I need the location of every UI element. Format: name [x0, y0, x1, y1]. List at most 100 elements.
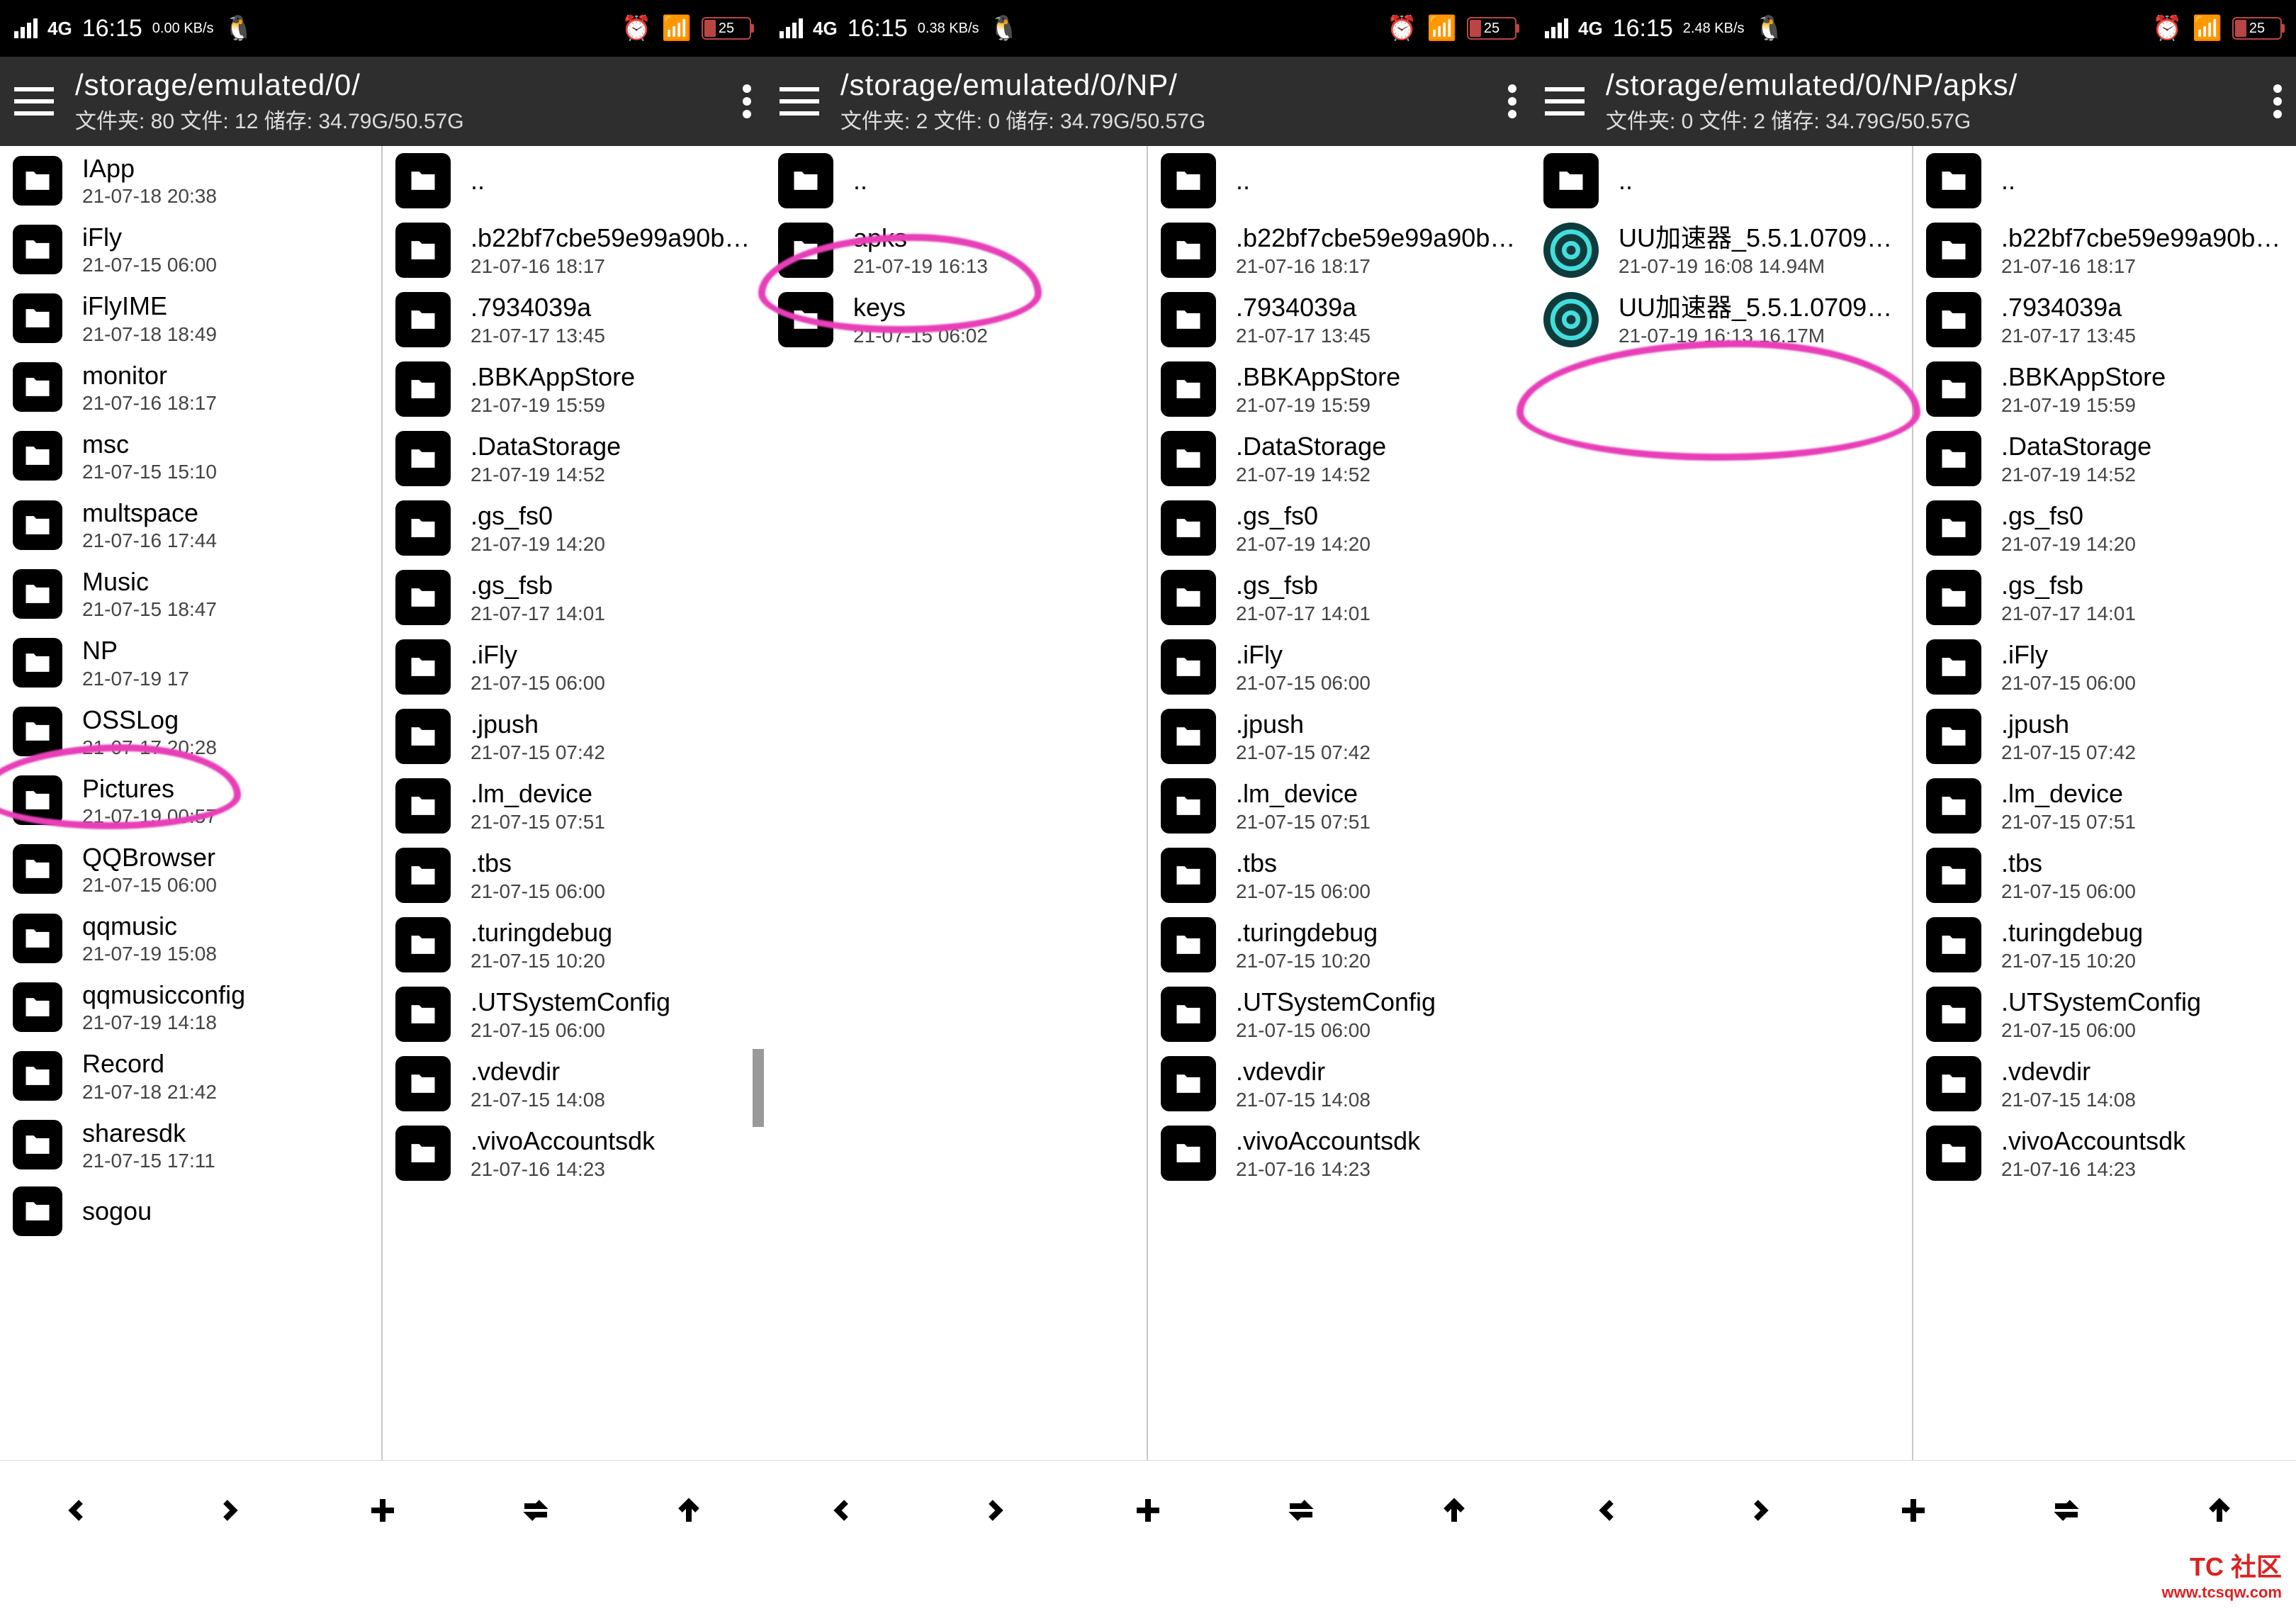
swap-button[interactable] — [514, 1489, 557, 1532]
right-pane[interactable]: ...b22bf7cbe59e99a90b5cefbf94f9bbfd21-07… — [383, 146, 765, 1460]
list-item[interactable]: monitor21-07-16 18:17 — [0, 353, 381, 422]
add-button[interactable] — [361, 1489, 404, 1532]
list-item[interactable]: .UTSystemConfig21-07-15 06:00 — [383, 980, 765, 1049]
back-button[interactable] — [1586, 1489, 1628, 1532]
list-item[interactable]: .turingdebug21-07-15 10:20 — [1148, 910, 1531, 980]
overflow-button[interactable] — [743, 84, 751, 118]
list-item[interactable]: .UTSystemConfig21-07-15 06:00 — [1148, 980, 1531, 1049]
list-item[interactable]: .gs_fsb21-07-17 14:01 — [383, 563, 765, 632]
list-item[interactable]: Music21-07-15 18:47 — [0, 559, 381, 628]
list-item[interactable]: .iFly21-07-15 06:00 — [1148, 632, 1531, 702]
add-button[interactable] — [1892, 1489, 1935, 1532]
list-item[interactable]: multspace21-07-16 17:44 — [0, 490, 381, 559]
list-item[interactable]: .jpush21-07-15 07:42 — [383, 702, 765, 771]
list-item[interactable]: OSSLog21-07-17 20:28 — [0, 697, 381, 766]
list-item[interactable]: Pictures21-07-19 00:57 — [0, 766, 381, 835]
list-item[interactable]: .7934039a21-07-17 13:45 — [1913, 285, 2296, 354]
left-pane[interactable]: ..apks21-07-19 16:13keys21-07-15 06:02 — [765, 146, 1148, 1460]
list-item[interactable]: .DataStorage21-07-19 14:52 — [383, 424, 765, 493]
list-item[interactable]: .b22bf7cbe59e99a90b5cefbf94f9bbfd21-07-1… — [1148, 215, 1531, 285]
list-item[interactable]: .b22bf7cbe59e99a90b5cefbf94f9bbfd21-07-1… — [1913, 215, 2296, 285]
list-item[interactable]: .tbs21-07-15 06:00 — [1913, 841, 2296, 910]
list-item[interactable]: .turingdebug21-07-15 10:20 — [1913, 910, 2296, 980]
list-item[interactable]: .gs_fsb21-07-17 14:01 — [1148, 563, 1531, 632]
list-item[interactable]: sharesdk21-07-15 17:11 — [0, 1111, 381, 1179]
list-item[interactable]: qqmusic21-07-19 15:08 — [0, 904, 381, 972]
list-item[interactable]: .. — [1148, 146, 1531, 215]
swap-button[interactable] — [2045, 1489, 2088, 1532]
add-button[interactable] — [1127, 1489, 1169, 1532]
list-item[interactable]: .gs_fsb21-07-17 14:01 — [1913, 563, 2296, 632]
path-text[interactable]: /storage/emulated/0/NP/ — [840, 68, 1487, 102]
back-button[interactable] — [821, 1489, 863, 1532]
list-item[interactable]: .jpush21-07-15 07:42 — [1148, 702, 1531, 771]
list-item[interactable]: .7934039a21-07-17 13:45 — [383, 285, 765, 354]
list-item[interactable]: .gs_fs021-07-19 14:20 — [1148, 493, 1531, 563]
left-pane[interactable]: IApp21-07-18 20:38iFly21-07-15 06:00iFly… — [0, 146, 383, 1460]
menu-button[interactable] — [780, 87, 819, 116]
list-item[interactable]: .. — [383, 146, 765, 215]
list-item[interactable]: .7934039a21-07-17 13:45 — [1148, 285, 1531, 354]
list-item[interactable]: .. — [1913, 146, 2296, 215]
list-item[interactable]: .turingdebug21-07-15 10:20 — [383, 910, 765, 980]
list-item[interactable]: .UTSystemConfig21-07-15 06:00 — [1913, 980, 2296, 1049]
list-item[interactable]: .vivoAccountsdk21-07-16 14:23 — [1148, 1118, 1531, 1188]
list-item[interactable]: .gs_fs021-07-19 14:20 — [1913, 493, 2296, 563]
list-item[interactable]: UU加速器_5.5.1.0709.apk21-07-19 16:08 14.94… — [1531, 215, 1912, 285]
list-item[interactable]: keys21-07-15 06:02 — [765, 285, 1147, 354]
list-item[interactable]: .vivoAccountsdk21-07-16 14:23 — [383, 1118, 765, 1188]
list-item[interactable]: .vdevdir21-07-15 14:08 — [383, 1049, 765, 1118]
list-item[interactable]: QQBrowser21-07-15 06:00 — [0, 835, 381, 904]
swap-button[interactable] — [1280, 1489, 1322, 1532]
list-item[interactable]: msc21-07-15 15:10 — [0, 422, 381, 490]
forward-button[interactable] — [974, 1489, 1016, 1532]
left-pane[interactable]: ..UU加速器_5.5.1.0709.apk21-07-19 16:08 14.… — [1531, 146, 1913, 1460]
list-item[interactable]: .. — [1531, 146, 1912, 215]
up-button[interactable] — [668, 1489, 710, 1532]
back-button[interactable] — [55, 1489, 98, 1532]
list-item[interactable]: .. — [765, 146, 1147, 215]
scrollbar-thumb[interactable] — [753, 1049, 764, 1127]
list-item[interactable]: UU加速器_5.5.1.0709_kill2.apk21-07-19 16:13… — [1531, 285, 1912, 354]
file-list[interactable]: IApp21-07-18 20:38iFly21-07-15 06:00iFly… — [0, 146, 765, 1460]
up-button[interactable] — [1433, 1489, 1475, 1532]
list-item[interactable]: .lm_device21-07-15 07:51 — [1913, 771, 2296, 841]
list-item[interactable]: .DataStorage21-07-19 14:52 — [1913, 424, 2296, 493]
list-item[interactable]: .iFly21-07-15 06:00 — [383, 632, 765, 702]
list-item[interactable]: .lm_device21-07-15 07:51 — [383, 771, 765, 841]
list-item[interactable]: .BBKAppStore21-07-19 15:59 — [383, 354, 765, 424]
list-item[interactable]: .tbs21-07-15 06:00 — [1148, 841, 1531, 910]
list-item[interactable]: .BBKAppStore21-07-19 15:59 — [1913, 354, 2296, 424]
list-item[interactable]: .BBKAppStore21-07-19 15:59 — [1148, 354, 1531, 424]
list-item[interactable]: Record21-07-18 21:42 — [0, 1041, 381, 1110]
list-item[interactable]: .vdevdir21-07-15 14:08 — [1148, 1049, 1531, 1118]
list-item[interactable]: .iFly21-07-15 06:00 — [1913, 632, 2296, 702]
list-item[interactable]: .tbs21-07-15 06:00 — [383, 841, 765, 910]
forward-button[interactable] — [208, 1489, 251, 1532]
list-item[interactable]: .lm_device21-07-15 07:51 — [1148, 771, 1531, 841]
menu-button[interactable] — [14, 87, 54, 116]
list-item[interactable]: .gs_fs021-07-19 14:20 — [383, 493, 765, 563]
path-text[interactable]: /storage/emulated/0/NP/apks/ — [1606, 68, 2252, 102]
file-list[interactable]: ..UU加速器_5.5.1.0709.apk21-07-19 16:08 14.… — [1531, 146, 2296, 1460]
list-item[interactable]: .vivoAccountsdk21-07-16 14:23 — [1913, 1118, 2296, 1188]
file-list[interactable]: ..apks21-07-19 16:13keys21-07-15 06:02 .… — [765, 146, 1531, 1460]
menu-button[interactable] — [1545, 87, 1585, 116]
list-item[interactable]: iFlyIME21-07-18 18:49 — [0, 284, 381, 352]
list-item[interactable]: NP21-07-19 17 — [0, 628, 381, 697]
list-item[interactable]: qqmusicconfig21-07-19 14:18 — [0, 972, 381, 1041]
forward-button[interactable] — [1739, 1489, 1782, 1532]
path-text[interactable]: /storage/emulated/0/ — [75, 68, 721, 102]
up-button[interactable] — [2198, 1489, 2241, 1532]
list-item[interactable]: iFly21-07-15 06:00 — [0, 215, 381, 284]
list-item[interactable]: .DataStorage21-07-19 14:52 — [1148, 424, 1531, 493]
list-item[interactable]: .jpush21-07-15 07:42 — [1913, 702, 2296, 771]
list-item[interactable]: .vdevdir21-07-15 14:08 — [1913, 1049, 2296, 1118]
list-item[interactable]: apks21-07-19 16:13 — [765, 215, 1147, 285]
list-item[interactable]: .b22bf7cbe59e99a90b5cefbf94f9bbfd21-07-1… — [383, 215, 765, 285]
list-item[interactable]: IApp21-07-18 20:38 — [0, 146, 381, 215]
overflow-button[interactable] — [1508, 84, 1516, 118]
list-item[interactable]: sogou — [0, 1179, 381, 1243]
right-pane[interactable]: ...b22bf7cbe59e99a90b5cefbf94f9bbfd21-07… — [1148, 146, 1531, 1460]
overflow-button[interactable] — [2273, 84, 2282, 118]
